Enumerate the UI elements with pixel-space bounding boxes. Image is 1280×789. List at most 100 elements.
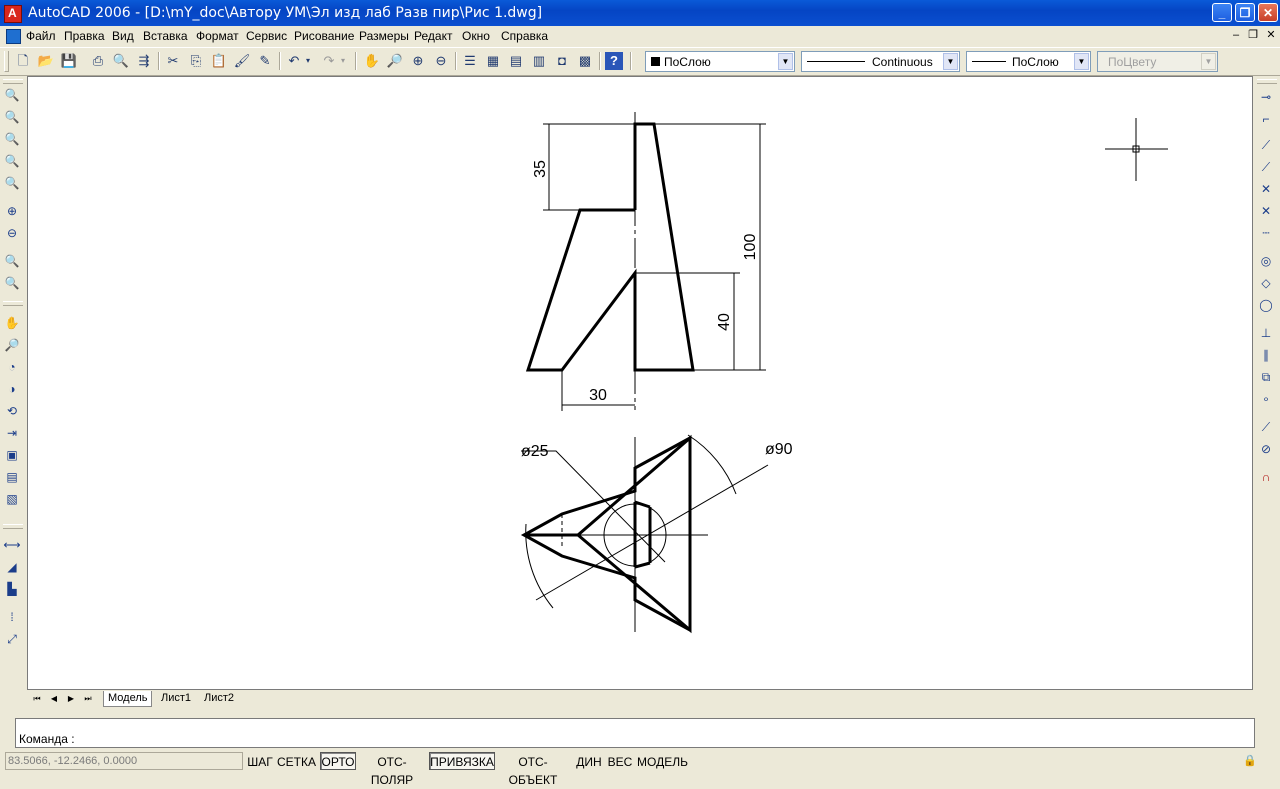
snap-node-icon[interactable]: ∘ xyxy=(1257,390,1275,408)
menu-help[interactable]: Справка xyxy=(501,29,548,43)
zoom-window-icon[interactable]: 🔍 xyxy=(3,86,21,104)
named-views-icon[interactable]: ▣ xyxy=(3,446,21,464)
document-icon[interactable] xyxy=(6,29,21,44)
3d-continuous-orbit-icon[interactable]: ◑ xyxy=(3,380,21,398)
snap-tangent-icon[interactable]: ◯ xyxy=(1257,296,1275,314)
menu-tools[interactable]: Сервис xyxy=(246,29,287,43)
snap-intersection-icon[interactable]: ✕ xyxy=(1257,180,1275,198)
zoom-center-icon[interactable]: 🔍 xyxy=(3,152,21,170)
osnap-toggle[interactable]: ПРИВЯЗКА xyxy=(429,752,495,770)
pan-realtime-icon[interactable]: ✋ xyxy=(3,314,21,332)
paste-icon[interactable]: 📋 xyxy=(210,52,228,70)
linetype-dropdown[interactable]: Continuous ▼ xyxy=(801,51,960,72)
publish-icon[interactable]: ⇶ xyxy=(135,52,153,70)
menu-file[interactable]: Файл xyxy=(26,29,56,43)
lock-icon[interactable]: 🔒 xyxy=(1243,754,1257,768)
snap-apparent-intersection-icon[interactable]: ✕ xyxy=(1257,202,1275,220)
dimension-linear-icon[interactable]: ⟷ xyxy=(3,536,21,554)
zoom-in-icon[interactable]: ⊕ xyxy=(3,202,21,220)
menu-draw[interactable]: Рисование xyxy=(294,29,354,43)
toolbar-grip[interactable] xyxy=(1257,79,1277,84)
zoom-scale-icon[interactable]: 🔍 xyxy=(3,130,21,148)
design-center-icon[interactable]: ▦ xyxy=(484,52,502,70)
copy-icon[interactable]: ⎘ xyxy=(187,52,205,70)
lineweight-dropdown[interactable]: ПоСлою ▼ xyxy=(966,51,1091,72)
zoom-realtime-icon[interactable]: 🔎 xyxy=(386,52,404,70)
tab-model[interactable]: Модель xyxy=(103,691,153,707)
plot-icon[interactable]: ⎙ xyxy=(89,52,107,70)
ortho-toggle[interactable]: ОРТО xyxy=(320,752,356,770)
zoom-out-icon[interactable]: ⊖ xyxy=(3,224,21,242)
clip-icon[interactable]: ▧ xyxy=(3,490,21,508)
grid-toggle[interactable]: СЕТКА xyxy=(276,752,316,770)
snap-insert-icon[interactable]: ⧉ xyxy=(1257,368,1275,386)
chevron-down-icon[interactable]: ▼ xyxy=(1074,53,1089,70)
last-tab-icon[interactable]: ⏭ xyxy=(81,692,95,706)
zoom-window-icon[interactable]: ⊕ xyxy=(409,52,427,70)
menu-modify[interactable]: Редакт xyxy=(414,29,452,43)
snap-none-icon[interactable]: ⊘ xyxy=(1257,440,1275,458)
snap-toggle[interactable]: ШАГ xyxy=(246,752,274,770)
zoom-dynamic-icon[interactable]: 🔍 xyxy=(3,108,21,126)
snap-perpendicular-icon[interactable]: ⊥ xyxy=(1257,324,1275,342)
toolbar-grip[interactable] xyxy=(3,524,23,529)
tab-layout2[interactable]: Лист2 xyxy=(200,691,238,706)
toolbar-grip[interactable] xyxy=(3,301,23,306)
model-toggle[interactable]: МОДЕЛЬ xyxy=(636,752,689,770)
menu-edit[interactable]: Правка xyxy=(64,29,105,43)
zoom-object-icon[interactable]: 🔍 xyxy=(3,174,21,192)
snap-endpoint-icon[interactable]: ⟋ xyxy=(1257,136,1275,154)
toolbar-grip[interactable] xyxy=(3,79,23,84)
properties-icon[interactable]: ☰ xyxy=(461,52,479,70)
tool-palettes-icon[interactable]: ▤ xyxy=(507,52,525,70)
next-tab-icon[interactable]: ▶ xyxy=(64,692,78,706)
coordinates-display[interactable]: 83.5066, -12.2466, 0.0000 xyxy=(5,752,243,770)
color-dropdown[interactable]: ПоСлою ▼ xyxy=(645,51,795,72)
zoom-previous-icon[interactable]: ⊖ xyxy=(432,52,450,70)
snap-extension-icon[interactable]: ┄ xyxy=(1257,224,1275,242)
menu-dimension[interactable]: Размеры xyxy=(359,29,409,43)
zoom-extents-icon[interactable]: 🔍 xyxy=(3,274,21,292)
menu-view[interactable]: Вид xyxy=(112,29,134,43)
zoom-all-icon[interactable]: 🔍 xyxy=(3,252,21,270)
new-icon[interactable]: 🗋 xyxy=(14,52,32,70)
camera-icon[interactable]: ▤ xyxy=(3,468,21,486)
snap-center-icon[interactable]: ◎ xyxy=(1257,252,1275,270)
dimension-style-icon[interactable]: ⁞ xyxy=(3,608,21,626)
tab-layout1[interactable]: Лист1 xyxy=(157,691,195,706)
markup-icon[interactable]: ◘ xyxy=(553,52,571,70)
polar-toggle[interactable]: ОТС-ПОЛЯР xyxy=(357,752,427,787)
pan-icon[interactable]: ✋ xyxy=(363,52,381,70)
dimension-update-icon[interactable]: ⤢ xyxy=(3,630,21,648)
command-line[interactable]: Команда : xyxy=(15,718,1255,748)
minimize-button[interactable]: _ xyxy=(1212,3,1232,22)
restore-button[interactable]: ❐ xyxy=(1235,3,1255,22)
snap-nearest-icon[interactable]: ⟋ xyxy=(1257,418,1275,436)
lweight-toggle[interactable]: ВЕС xyxy=(606,752,634,770)
previous-tab-icon[interactable]: ◀ xyxy=(47,692,61,706)
snap-parallel-icon[interactable]: ∥ xyxy=(1257,346,1275,364)
redo-icon[interactable]: ↷ xyxy=(320,52,338,70)
menu-insert[interactable]: Вставка xyxy=(143,29,188,43)
chevron-down-icon[interactable]: ▼ xyxy=(778,53,793,70)
3d-orbit-icon[interactable]: ◔ xyxy=(3,358,21,376)
zoom-realtime-icon[interactable]: 🔎 xyxy=(3,336,21,354)
osnap-settings-icon[interactable]: ∩ xyxy=(1257,468,1275,486)
save-icon[interactable]: 💾 xyxy=(60,52,78,70)
dimension-baseline-icon[interactable]: ▙ xyxy=(3,580,21,598)
help-icon[interactable]: ? xyxy=(605,52,623,70)
toolbar-grip[interactable] xyxy=(4,51,9,72)
cut-icon[interactable]: ✂ xyxy=(164,52,182,70)
open-icon[interactable]: 📂 xyxy=(37,52,55,70)
3d-swivel-icon[interactable]: ⟲ xyxy=(3,402,21,420)
doc-close-icon[interactable]: ✕ xyxy=(1264,29,1278,42)
plot-preview-icon[interactable]: 🔍 xyxy=(112,52,130,70)
snap-from-icon[interactable]: ⌐ xyxy=(1257,110,1275,128)
redo-dropdown-icon[interactable]: ▾ xyxy=(338,52,348,70)
undo-icon[interactable]: ↶ xyxy=(285,52,303,70)
snap-midpoint-icon[interactable]: ⟋ xyxy=(1257,158,1275,176)
drawing-area[interactable]: 35 100 40 30 ø25 ø90 xyxy=(27,76,1253,690)
dimension-aligned-icon[interactable]: ◢ xyxy=(3,558,21,576)
menu-format[interactable]: Формат xyxy=(196,29,239,43)
chevron-down-icon[interactable]: ▼ xyxy=(943,53,958,70)
